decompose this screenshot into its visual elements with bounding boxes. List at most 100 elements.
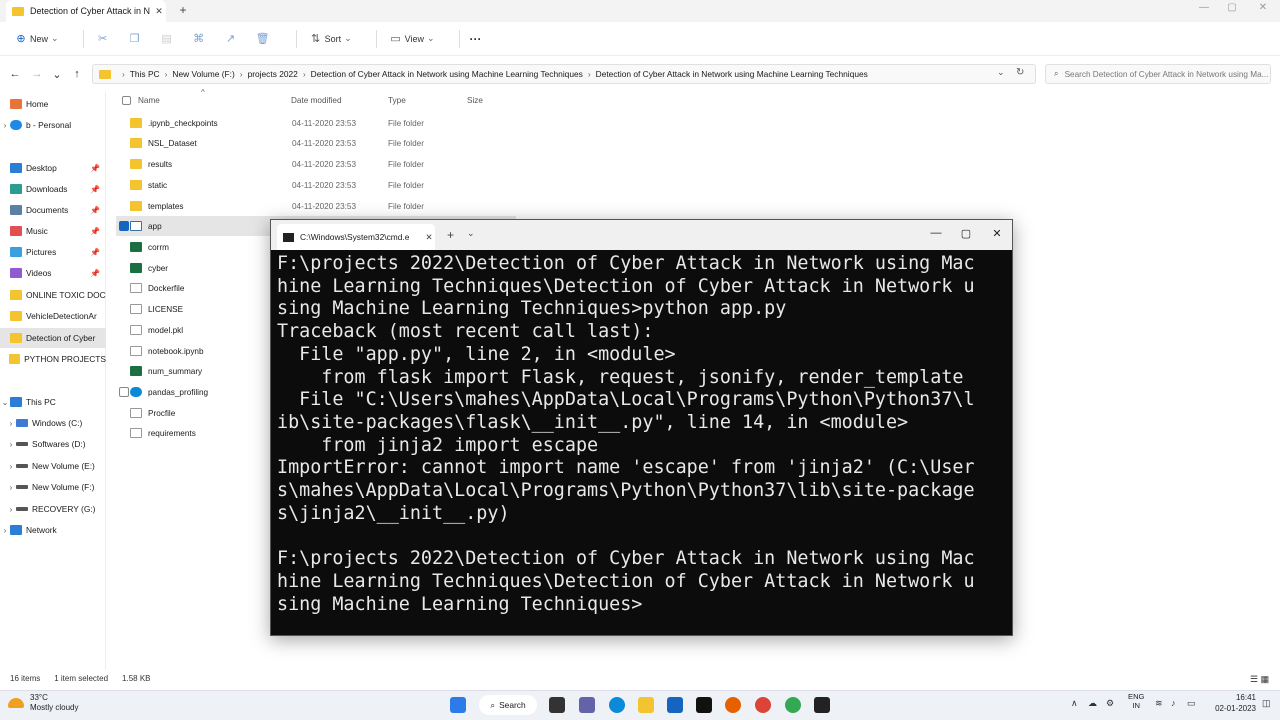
close-window-icon[interactable]: ✕ bbox=[1256, 2, 1270, 13]
expand-icon[interactable]: › bbox=[0, 526, 10, 535]
settings-icon[interactable]: ⚙ bbox=[1106, 698, 1114, 709]
netflix-icon[interactable] bbox=[696, 697, 712, 713]
address-bar[interactable]: › This PC › New Volume (F:) › projects 2… bbox=[92, 64, 1036, 84]
new-terminal-tab-icon[interactable]: + bbox=[447, 228, 454, 242]
new-tab-button[interactable]: + bbox=[176, 3, 190, 17]
list-item[interactable]: NSL_Dataset 04-11-2020 23:53 File folder bbox=[116, 133, 516, 153]
explorer-tab[interactable]: Detection of Cyber Attack in N ✕ bbox=[6, 0, 166, 22]
new-button[interactable]: ⊕ New ⌄ bbox=[12, 32, 58, 45]
terminal-icon[interactable] bbox=[814, 697, 830, 713]
notification-icon[interactable]: ◫ bbox=[1262, 698, 1271, 709]
maximize-icon[interactable]: ▢ bbox=[1225, 2, 1239, 13]
firefox-icon[interactable] bbox=[725, 697, 741, 713]
edge-icon[interactable] bbox=[609, 697, 625, 713]
column-header-name[interactable]: Name bbox=[138, 96, 160, 105]
column-header-date[interactable]: Date modified bbox=[291, 96, 342, 105]
search-box[interactable]: ⌕ Search Detection of Cyber Attack in Ne… bbox=[1045, 64, 1271, 84]
sidebar-item-this-pc[interactable]: ⌄ This PC bbox=[0, 392, 106, 412]
list-item[interactable]: results 04-11-2020 23:53 File folder bbox=[116, 154, 516, 174]
list-item[interactable]: static 04-11-2020 23:53 File folder bbox=[116, 175, 516, 195]
back-icon[interactable]: ← bbox=[8, 68, 22, 80]
rename-icon[interactable]: ⌘ bbox=[190, 32, 208, 45]
sort-button[interactable]: ⇅ Sort ⌄ bbox=[307, 32, 352, 45]
breadcrumb-this-pc[interactable]: This PC bbox=[130, 69, 160, 79]
address-dropdown-icon[interactable]: ⌄ bbox=[997, 67, 1005, 78]
volume-icon[interactable]: ♪ bbox=[1171, 698, 1176, 708]
view-button[interactable]: ▭ View ⌄ bbox=[387, 32, 434, 45]
minimize-icon[interactable]: — bbox=[1197, 2, 1211, 13]
refresh-icon[interactable]: ↻ bbox=[1016, 67, 1024, 78]
expand-icon[interactable]: › bbox=[6, 505, 16, 514]
column-header-type[interactable]: Type bbox=[388, 96, 406, 105]
sidebar-item-drive-g[interactable]: › RECOVERY (G:) bbox=[0, 499, 106, 519]
onedrive-icon[interactable]: ☁ bbox=[1088, 698, 1097, 709]
paste-icon[interactable]: ▤ bbox=[158, 32, 176, 45]
expand-icon[interactable]: › bbox=[6, 440, 16, 449]
details-view-icon[interactable]: ☰ ▦ bbox=[1250, 674, 1269, 685]
sidebar-item-home[interactable]: Home bbox=[0, 94, 106, 114]
sidebar-item-personal[interactable]: › b - Personal bbox=[0, 115, 106, 135]
more-button[interactable]: ··· bbox=[470, 32, 482, 46]
list-item[interactable]: .ipynb_checkpoints 04-11-2020 23:53 File f… bbox=[116, 113, 516, 133]
sidebar-item-drive-f[interactable]: › New Volume (F:) bbox=[0, 477, 106, 497]
sidebar-item-desktop[interactable]: Desktop 📌 bbox=[0, 158, 106, 178]
expand-icon[interactable]: › bbox=[6, 462, 16, 471]
task-view-icon[interactable] bbox=[549, 697, 565, 713]
terminal-window[interactable]: C:\Windows\System32\cmd.e ✕ + ⌄ — ▢ ✕ F:… bbox=[270, 219, 1013, 636]
sidebar-item-drive-c[interactable]: › Windows (C:) bbox=[0, 413, 106, 433]
chrome-icon[interactable] bbox=[755, 697, 771, 713]
share-icon[interactable]: ↗ bbox=[222, 32, 240, 45]
store-icon[interactable] bbox=[667, 697, 683, 713]
minimize-icon[interactable]: — bbox=[928, 227, 944, 239]
up-icon[interactable]: ↑ bbox=[70, 68, 84, 80]
start-icon[interactable] bbox=[450, 697, 466, 713]
wifi-icon[interactable]: ≋ bbox=[1155, 698, 1163, 709]
breadcrumb-project-current[interactable]: Detection of Cyber Attack in Network usi… bbox=[596, 69, 868, 79]
collapse-icon[interactable]: ⌄ bbox=[0, 398, 10, 407]
recent-chevron-icon[interactable]: ⌄ bbox=[50, 68, 64, 81]
close-window-icon[interactable]: ✕ bbox=[989, 227, 1005, 240]
expand-icon[interactable]: › bbox=[6, 419, 16, 428]
expand-icon[interactable]: › bbox=[6, 483, 16, 492]
chrome-profile-icon[interactable] bbox=[785, 697, 801, 713]
row-checkbox[interactable] bbox=[119, 221, 129, 231]
column-header-size[interactable]: Size bbox=[467, 96, 483, 105]
expand-icon[interactable]: › bbox=[0, 121, 10, 130]
sidebar-item-vehicle[interactable]: VehicleDetectionAr bbox=[0, 306, 106, 326]
sidebar-item-pictures[interactable]: Pictures 📌 bbox=[0, 242, 106, 262]
sidebar-item-music[interactable]: Music 📌 bbox=[0, 221, 106, 241]
close-tab-icon[interactable]: ✕ bbox=[423, 232, 435, 242]
cut-icon[interactable]: ✂ bbox=[94, 32, 112, 45]
sidebar-item-drive-e[interactable]: › New Volume (E:) bbox=[0, 456, 106, 476]
sidebar-item-documents[interactable]: Documents 📌 bbox=[0, 200, 106, 220]
copy-icon[interactable]: ❐ bbox=[126, 32, 144, 45]
taskbar-search[interactable]: ⌕ Search bbox=[479, 695, 537, 715]
sidebar-item-downloads[interactable]: Downloads 📌 bbox=[0, 179, 106, 199]
file-explorer-icon[interactable] bbox=[638, 697, 654, 713]
sidebar-item-toxic[interactable]: ONLINE TOXIC DOC bbox=[0, 285, 106, 305]
chevron-down-icon[interactable]: ⌄ bbox=[467, 228, 475, 239]
breadcrumb-projects[interactable]: projects 2022 bbox=[248, 69, 298, 79]
sidebar-item-network[interactable]: › Network bbox=[0, 520, 106, 540]
chevron-up-icon[interactable]: ∧ bbox=[1071, 698, 1078, 709]
weather-widget[interactable]: 33°C Mostly cloudy bbox=[8, 693, 78, 713]
terminal-output[interactable]: F:\projects 2022\Detection of Cyber Atta… bbox=[277, 253, 1007, 633]
sidebar-item-detection[interactable]: Detection of Cyber bbox=[0, 328, 106, 348]
terminal-tab[interactable]: C:\Windows\System32\cmd.e ✕ bbox=[277, 224, 435, 250]
delete-icon[interactable]: 🗑 bbox=[254, 32, 272, 45]
forward-icon[interactable]: → bbox=[30, 68, 44, 80]
breadcrumb-project-parent[interactable]: Detection of Cyber Attack in Network usi… bbox=[311, 69, 583, 79]
maximize-icon[interactable]: ▢ bbox=[958, 227, 974, 240]
breadcrumb-volume[interactable]: New Volume (F:) bbox=[172, 69, 234, 79]
sidebar-item-python[interactable]: PYTHON PROJECTS bbox=[0, 349, 106, 369]
row-checkbox[interactable] bbox=[119, 387, 129, 397]
sidebar-item-videos[interactable]: Videos 📌 bbox=[0, 263, 106, 283]
language-indicator[interactable]: ENG IN bbox=[1128, 692, 1144, 710]
select-all-checkbox[interactable] bbox=[122, 96, 131, 105]
clock[interactable]: 16:41 02-01-2023 bbox=[1204, 692, 1256, 714]
list-item[interactable]: templates 04-11-2020 23:53 File folder bbox=[116, 196, 516, 216]
close-tab-icon[interactable]: ✕ bbox=[152, 6, 166, 17]
teams-icon[interactable] bbox=[579, 697, 595, 713]
sidebar-item-drive-d[interactable]: › Softwares (D:) bbox=[0, 434, 106, 454]
battery-icon[interactable]: ▭ bbox=[1187, 698, 1196, 709]
